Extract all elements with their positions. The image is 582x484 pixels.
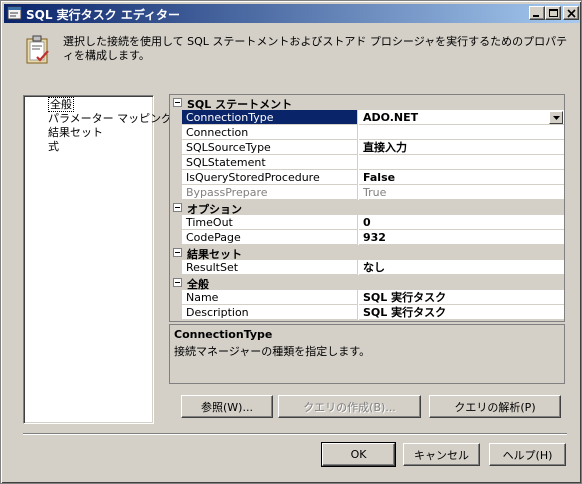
property-value[interactable]: ADO.NET: [359, 110, 564, 125]
parse-query-button[interactable]: クエリの解析(P): [429, 395, 561, 418]
dialog-window: SQL 実行タスク エディター 選択した接続を使用して SQL ステートメントお…: [0, 0, 582, 484]
cancel-button[interactable]: キャンセル: [403, 443, 480, 466]
property-value[interactable]: [359, 125, 564, 140]
nav-item-parameter-mapping[interactable]: パラメーター マッピング: [48, 112, 172, 126]
property-value[interactable]: SQL 実行タスク: [359, 290, 564, 305]
property-name: Description: [182, 305, 358, 320]
property-description-panel: ConnectionType 接続マネージャーの種類を指定します。: [169, 324, 565, 384]
nav-item-label: 全般: [48, 97, 74, 112]
description-title: ConnectionType: [174, 328, 273, 341]
nav-item-general[interactable]: 全般: [48, 97, 74, 112]
page-list: 全般 パラメーター マッピング 結果セット 式: [23, 95, 172, 424]
collapse-icon[interactable]: [173, 248, 182, 257]
property-description[interactable]: Description SQL 実行タスク: [182, 305, 564, 320]
close-button[interactable]: [563, 6, 579, 20]
property-name: SQLSourceType: [182, 140, 358, 155]
property-name: BypassPrepare: [182, 185, 358, 200]
property-value[interactable]: なし: [359, 260, 564, 275]
nav-item-label: パラメーター マッピング: [48, 112, 173, 125]
category-options[interactable]: オプション: [170, 200, 564, 216]
property-value[interactable]: [359, 155, 564, 170]
chevron-down-icon: [553, 116, 560, 120]
browse-button[interactable]: 参照(W)...: [181, 395, 273, 418]
maximize-icon: [549, 9, 558, 17]
property-connection-type[interactable]: ConnectionType ADO.NET: [182, 110, 564, 125]
category-general[interactable]: 全般: [170, 275, 564, 291]
nav-item-label: 結果セット: [48, 126, 103, 139]
property-name: Connection: [182, 125, 358, 140]
minimize-button[interactable]: [529, 6, 545, 20]
collapse-icon[interactable]: [173, 98, 182, 107]
property-name-row[interactable]: Name SQL 実行タスク: [182, 290, 564, 305]
property-name: CodePage: [182, 230, 358, 245]
property-name: ResultSet: [182, 260, 358, 275]
collapse-icon[interactable]: [173, 203, 182, 212]
connection-type-dropdown-button[interactable]: [549, 111, 563, 124]
title-bar[interactable]: SQL 実行タスク エディター: [4, 4, 580, 23]
sql-task-icon: [7, 6, 22, 20]
nav-item-result-set[interactable]: 結果セット: [48, 126, 103, 140]
property-name: IsQueryStoredProcedure: [182, 170, 358, 185]
category-sql-statement[interactable]: SQL ステートメント: [170, 95, 564, 111]
nav-item-expressions[interactable]: 式: [48, 140, 59, 154]
property-value[interactable]: 直接入力: [359, 140, 564, 155]
collapse-icon[interactable]: [173, 278, 182, 287]
property-code-page[interactable]: CodePage 932: [182, 230, 564, 245]
header-description: 選択した接続を使用して SQL ステートメントおよびストアド プロシージャを実行…: [63, 35, 568, 62]
property-name: SQLStatement: [182, 155, 358, 170]
property-grid: SQL ステートメント ConnectionType ADO.NET Conne…: [169, 94, 565, 322]
property-is-query-stored-procedure[interactable]: IsQueryStoredProcedure False: [182, 170, 564, 185]
close-icon: [567, 9, 576, 18]
category-result-set[interactable]: 結果セット: [170, 245, 564, 261]
property-name: Name: [182, 290, 358, 305]
property-sql-source-type[interactable]: SQLSourceType 直接入力: [182, 140, 564, 155]
minimize-icon: [533, 15, 539, 17]
window-title: SQL 実行タスク エディター: [26, 8, 181, 22]
property-result-set[interactable]: ResultSet なし: [182, 260, 564, 275]
nav-item-label: 式: [48, 140, 59, 153]
build-query-button: クエリの作成(B)...: [278, 395, 421, 418]
ok-button[interactable]: OK: [321, 442, 396, 467]
description-text: 接続マネージャーの種類を指定します。: [174, 345, 371, 358]
property-value[interactable]: 0: [359, 215, 564, 230]
property-bypass-prepare: BypassPrepare True: [182, 185, 564, 200]
help-button[interactable]: ヘルプ(H): [489, 443, 566, 466]
property-value[interactable]: SQL 実行タスク: [359, 305, 564, 320]
property-name: ConnectionType: [182, 110, 358, 125]
property-timeout[interactable]: TimeOut 0: [182, 215, 564, 230]
task-clipboard-icon: [26, 35, 49, 64]
footer-separator: [23, 433, 567, 435]
property-sql-statement[interactable]: SQLStatement: [182, 155, 564, 170]
property-value[interactable]: 932: [359, 230, 564, 245]
maximize-button[interactable]: [545, 6, 561, 20]
property-name: TimeOut: [182, 215, 358, 230]
property-value: True: [359, 185, 564, 200]
property-connection[interactable]: Connection: [182, 125, 564, 140]
property-value[interactable]: False: [359, 170, 564, 185]
